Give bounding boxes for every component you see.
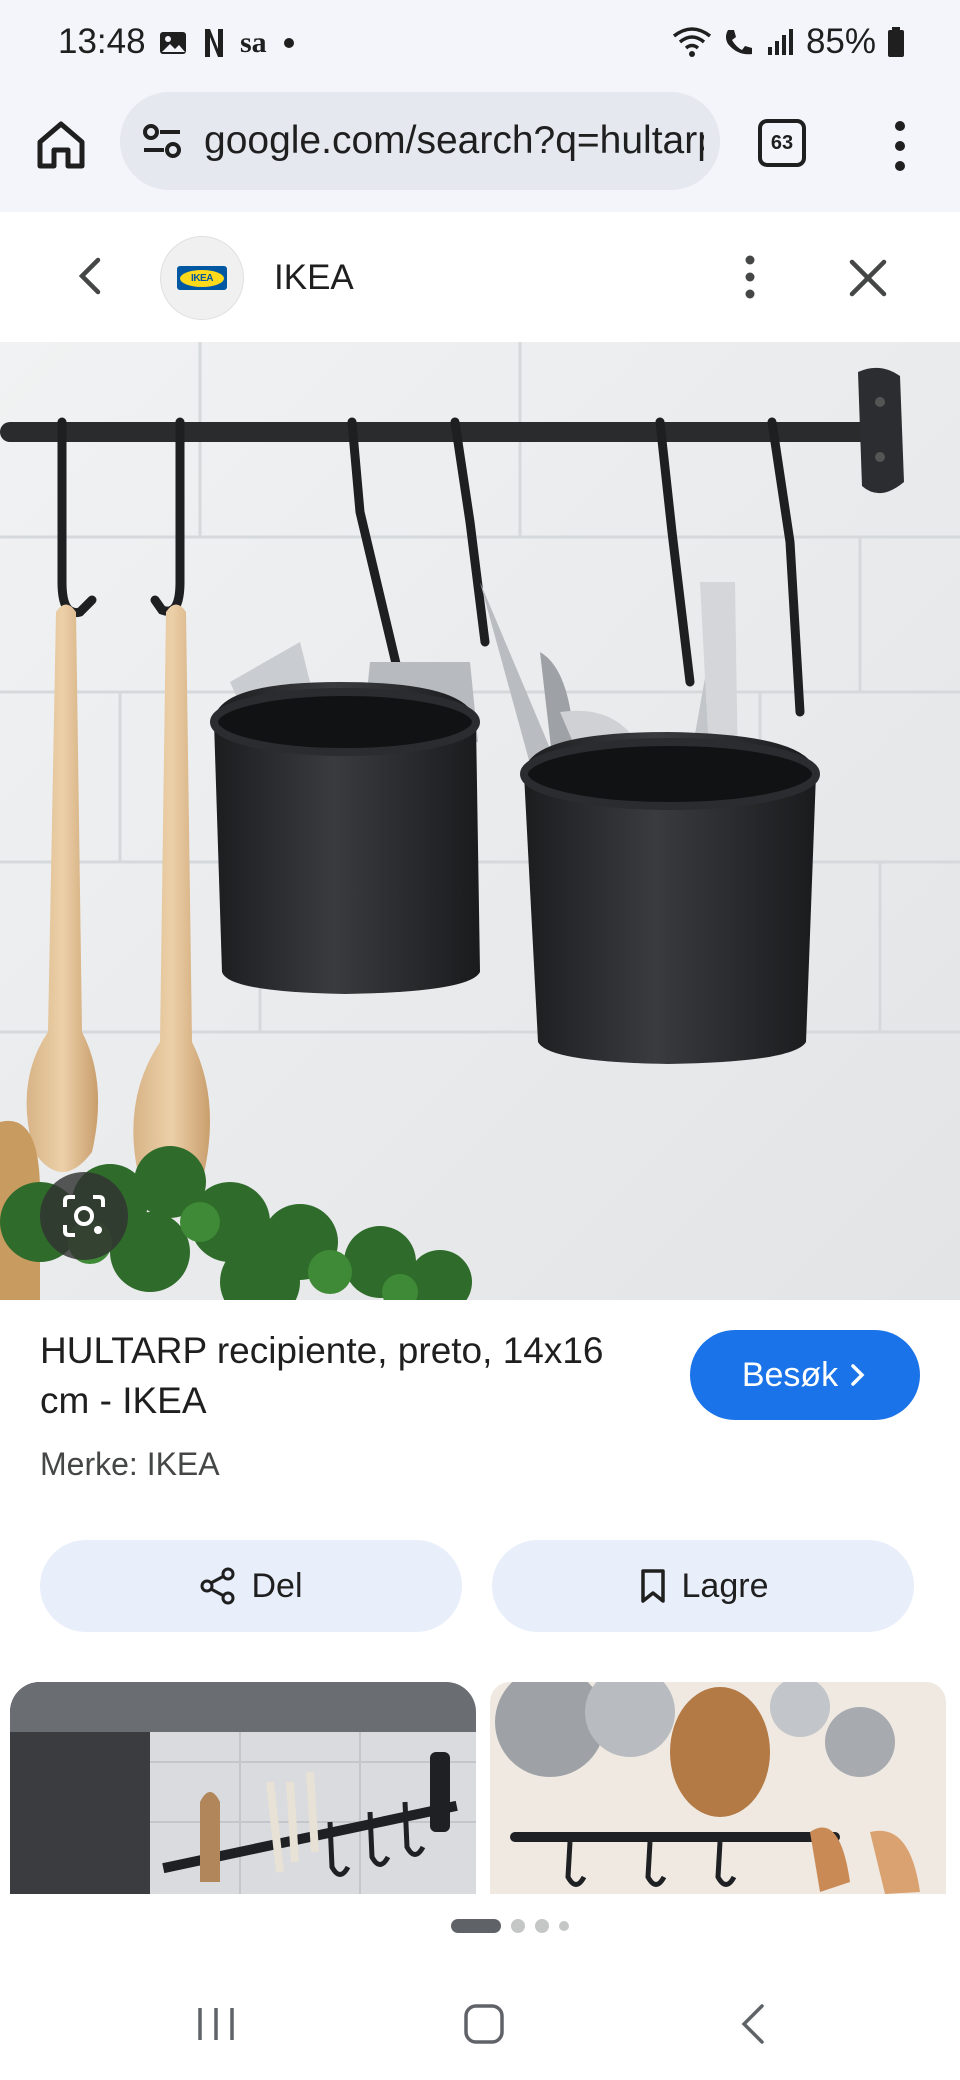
status-system-icons: 85% <box>672 22 906 62</box>
brand-line: Merke: IKEA <box>40 1446 220 1482</box>
google-lens-button[interactable] <box>40 1172 128 1260</box>
save-label: Lagre <box>681 1566 769 1605</box>
related-photo-1 <box>10 1682 476 1894</box>
dot-icon <box>283 38 294 48</box>
related-image-2[interactable] <box>490 1682 946 1894</box>
tab-switcher-button[interactable]: 63 <box>758 119 806 167</box>
ikea-logo: IKEA <box>177 266 227 290</box>
share-button[interactable]: Del <box>40 1540 462 1632</box>
site-name[interactable]: IKEA <box>274 258 354 298</box>
recent-apps-icon[interactable] <box>194 2004 238 2044</box>
share-icon <box>200 1567 235 1605</box>
more-options-icon[interactable] <box>732 252 768 302</box>
related-photo-2 <box>490 1682 946 1894</box>
signal-icon <box>767 29 793 55</box>
image-panel-header: IKEA IKEA <box>0 212 960 342</box>
share-label: Del <box>251 1566 303 1605</box>
pager-dot-active <box>451 1919 501 1933</box>
battery-percent: 85% <box>805 22 876 61</box>
ikea-logo-text: IKEA <box>191 272 213 284</box>
carousel-pager <box>0 1914 960 1938</box>
status-notification-icons: sa <box>158 26 297 60</box>
product-image[interactable] <box>0 342 960 1300</box>
chevron-right-icon <box>851 1364 865 1386</box>
site-favicon: IKEA <box>160 236 244 320</box>
result-title[interactable]: HULTARP recipiente, preto, 14x16 cm - IK… <box>40 1326 660 1426</box>
lens-icon <box>63 1195 105 1237</box>
home-nav-icon[interactable] <box>462 2002 506 2046</box>
carrier-text: sa <box>240 26 267 59</box>
site-settings-icon[interactable] <box>140 119 184 163</box>
netflix-icon <box>205 29 223 57</box>
back-nav-icon[interactable] <box>738 2002 768 2046</box>
tab-count: 63 <box>770 131 794 154</box>
back-arrow-icon[interactable] <box>70 254 110 298</box>
browser-toolbar: google.com/search?q=hultarp 63 <box>0 88 960 214</box>
related-image-1[interactable] <box>10 1682 476 1894</box>
url-text[interactable]: google.com/search?q=hultarp <box>204 119 704 163</box>
browser-menu-icon[interactable] <box>880 116 920 176</box>
wifi-icon <box>672 27 712 57</box>
system-navigation-bar <box>0 1960 960 2080</box>
status-bar: 13:48 sa 85% <box>0 0 960 88</box>
wifi-calling-icon <box>725 30 752 55</box>
visit-label: Besøk <box>741 1355 839 1394</box>
close-icon[interactable] <box>848 258 888 298</box>
status-time: 13:48 <box>58 22 146 61</box>
pager-dot <box>511 1919 525 1933</box>
pager-dot <box>559 1921 569 1931</box>
save-button[interactable]: Lagre <box>492 1540 914 1632</box>
visit-button[interactable]: Besøk <box>690 1330 920 1420</box>
image-icon <box>160 32 186 54</box>
product-photo <box>0 342 960 1300</box>
bookmark-icon <box>640 1569 665 1603</box>
address-bar[interactable]: google.com/search?q=hultarp <box>120 92 720 190</box>
pager-dot <box>535 1919 549 1933</box>
home-icon[interactable] <box>34 118 88 172</box>
battery-icon <box>888 27 904 57</box>
